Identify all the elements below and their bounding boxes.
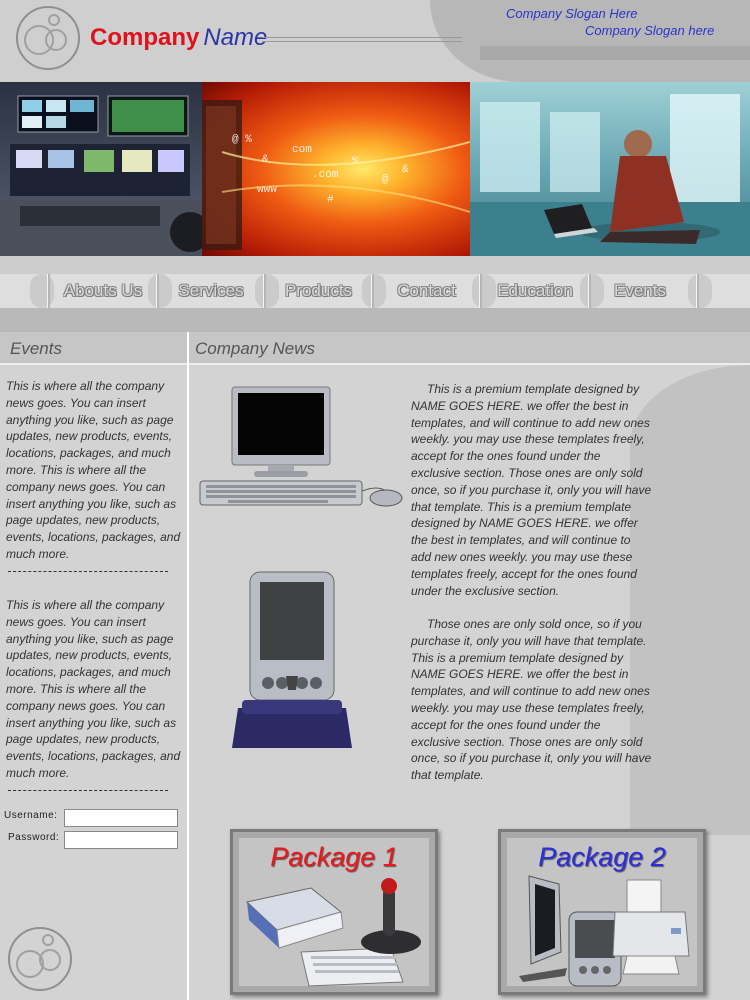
nav-item-products[interactable]: Products [266,274,371,308]
logo-circles-icon [16,6,80,70]
news-paragraph: This is a premium template designed by N… [411,382,652,598]
nav-item-contact[interactable]: Contact [374,274,479,308]
package-title: Package 1 [270,842,398,872]
company-word: Company [90,24,200,51]
slogan-line-2: Company Slogan here [585,23,715,38]
scanner-keyboard-joystick-icon [245,878,421,987]
svg-text:@ %: @ % [232,134,252,146]
nav-gap [0,308,750,332]
username-field[interactable] [64,809,178,827]
header-stripe [480,46,750,60]
svg-text:.com: .com [312,169,339,181]
username-label: Username: [4,810,58,821]
main-header: Company News [189,332,750,365]
svg-text:com: com [292,144,312,156]
monitor-pda-printer-icon [519,875,690,987]
package-2-card[interactable]: Package 2 [498,829,706,995]
data-stream-image: @ % & com .com% @ www # & [202,82,470,256]
sidebar-title: Events [10,339,62,358]
package-title: Package 2 [538,842,666,872]
banner: @ % & com .com% @ www # & [0,82,750,256]
event-paragraph: This is where all the company news goes.… [6,379,181,561]
sidebar-header: Events [0,332,187,365]
nav-item-education[interactable]: Education [482,274,588,308]
broadcast-control-room-image [0,82,202,256]
svg-text:@: @ [382,174,389,186]
banner-underline [0,256,750,274]
slogan-line-1: Company Slogan Here [506,6,638,21]
nav-item-services[interactable]: Services [159,274,263,308]
name-word: Name [203,24,268,51]
footer-circles-icon [8,927,72,991]
svg-text:&: & [262,154,269,166]
news-paragraph: Those ones are only sold once, so if you… [411,617,652,783]
nav-item-about-us[interactable]: Abouts Us [50,274,156,308]
package-card-body: Package 1 [239,838,429,987]
dashed-divider [8,571,168,572]
main-nav: Abouts Us Services Products Contact Educ… [0,274,750,308]
nav-separator [696,274,699,308]
person-with-laptop-image [470,82,750,256]
package-1-card[interactable]: Package 1 [230,829,438,995]
main-title: Company News [195,339,315,358]
pda-device-icon [232,571,352,748]
company-logo-text[interactable]: Company Name [90,24,267,52]
password-label: Password: [8,832,60,843]
package-card-body: Package 2 [507,838,697,987]
logo-rule [262,37,462,42]
event-paragraph: This is where all the company news goes.… [6,598,181,780]
desktop-computer-icon [199,386,403,507]
svg-text:#: # [327,194,334,206]
dashed-divider [8,790,168,791]
password-field[interactable] [64,831,178,849]
nav-item-events[interactable]: Events [591,274,689,308]
nav-decoration [688,274,712,308]
svg-text:&: & [402,164,409,176]
